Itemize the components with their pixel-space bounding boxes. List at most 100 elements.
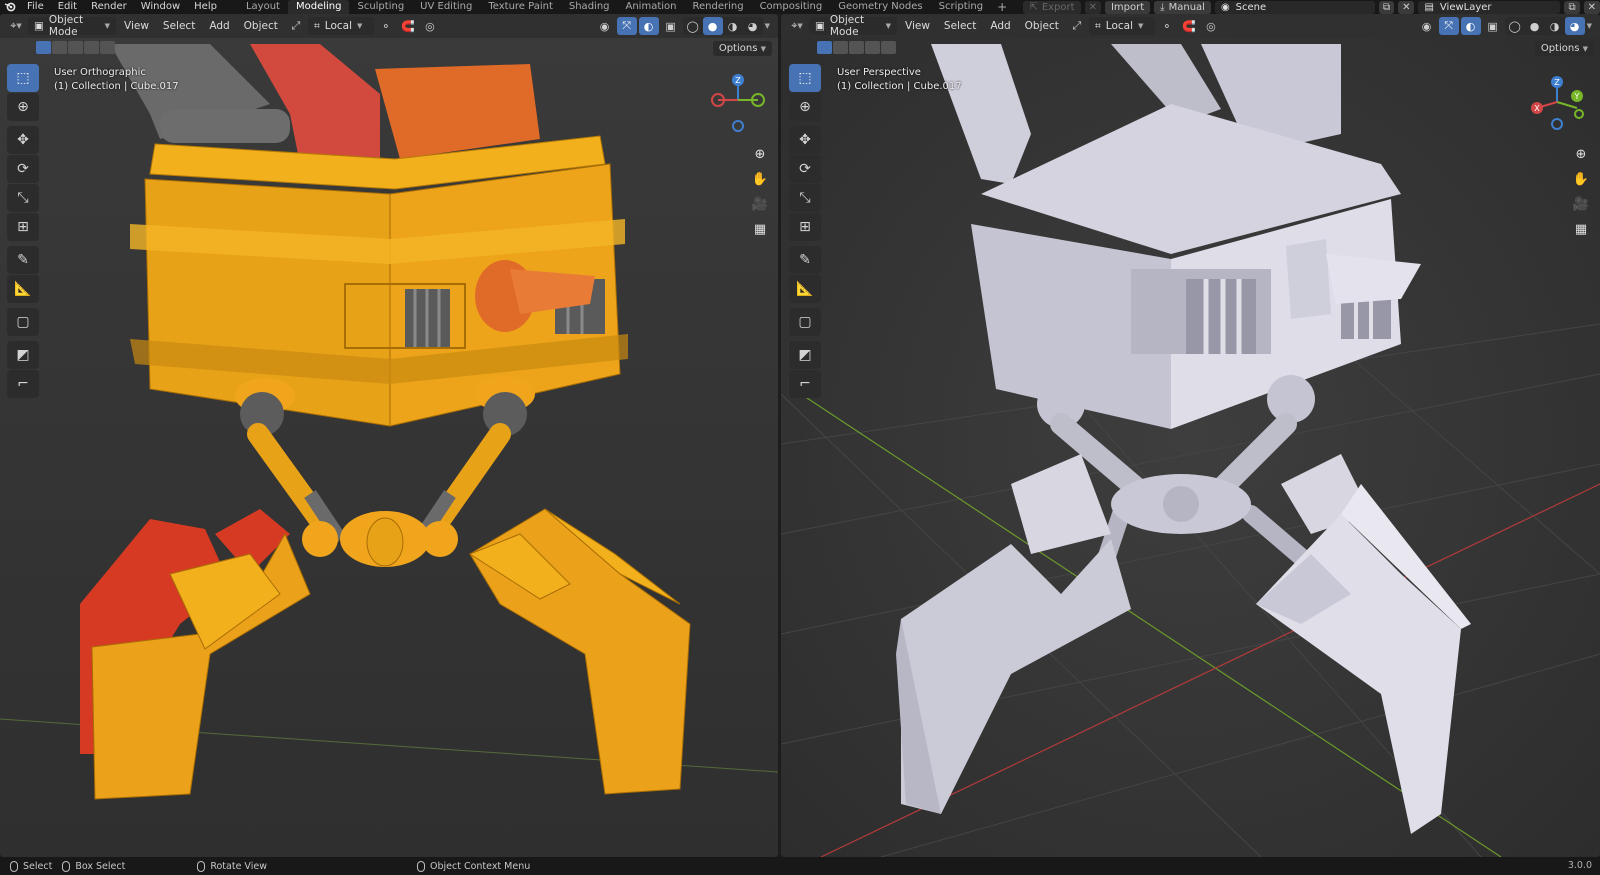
add-cube-icon[interactable]: ▢ [7, 308, 39, 336]
material-shading-icon[interactable]: ◑ [723, 17, 743, 35]
edge-icon[interactable]: ⌐ [7, 370, 39, 398]
add-cube-icon[interactable]: ▢ [789, 308, 821, 336]
edge-icon[interactable]: ⌐ [789, 370, 821, 398]
rotate-icon[interactable]: ⟳ [789, 155, 821, 183]
viewport-scene-clay-robot[interactable] [781, 14, 1600, 857]
view-layer-selector[interactable]: ▤ ViewLayer [1418, 0, 1561, 14]
annotate-icon[interactable]: ✎ [7, 246, 39, 274]
menu-object[interactable]: Object [238, 17, 284, 35]
mode-dropdown[interactable]: ▣ Object Mode ▼ [809, 14, 897, 38]
measure-icon[interactable]: 📐 [7, 275, 39, 303]
proportional-edit-icon[interactable]: ◎ [420, 17, 440, 35]
menu-view[interactable]: View [899, 17, 936, 35]
tab-sculpting[interactable]: Sculpting [349, 0, 412, 14]
transform-icon[interactable]: ⊞ [7, 213, 39, 241]
blender-logo-icon[interactable] [0, 0, 20, 14]
menu-edit[interactable]: Edit [51, 0, 84, 14]
xray-icon[interactable]: ▣ [1483, 17, 1503, 35]
wireframe-shading-icon[interactable]: ◯ [683, 17, 703, 35]
extend-selection-icon[interactable] [52, 41, 67, 54]
gizmo-toggle-icon[interactable]: ⤧ [616, 17, 637, 35]
move-icon[interactable]: ✥ [789, 126, 821, 154]
tab-layout[interactable]: Layout [238, 0, 288, 14]
zoom-icon[interactable]: ⊕ [748, 142, 772, 166]
camera-icon[interactable]: 🎥 [1569, 192, 1593, 216]
shade-icon[interactable]: ◩ [7, 341, 39, 369]
pivot-point-icon[interactable]: ⚬ [1157, 17, 1177, 35]
orientation-dropdown[interactable]: ⌗ Local ▼ [307, 17, 374, 35]
export-close-button[interactable]: ✕ [1084, 0, 1101, 14]
camera-icon[interactable]: 🎥 [748, 192, 772, 216]
cursor-icon[interactable]: ⊕ [7, 93, 39, 121]
export-button[interactable]: ⇱ Export [1023, 0, 1081, 14]
rendered-shading-icon[interactable]: ◕ [1564, 17, 1585, 35]
move-icon[interactable]: ✥ [7, 126, 39, 154]
transform-orientation-icon[interactable]: ⤢ [286, 17, 306, 35]
delete-view-layer-button[interactable]: ✕ [1583, 0, 1600, 14]
add-workspace-button[interactable]: + [991, 0, 1013, 14]
rotate-icon[interactable]: ⟳ [7, 155, 39, 183]
shading-options-icon[interactable]: ▼ [765, 22, 770, 30]
options-dropdown[interactable]: Options ▼ [712, 41, 772, 56]
pan-hand-icon[interactable]: ✋ [1569, 167, 1593, 191]
pivot-point-icon[interactable]: ⚬ [376, 17, 396, 35]
select-box-icon[interactable]: ⬚ [789, 64, 821, 92]
menu-render[interactable]: Render [84, 0, 134, 14]
tab-uv-editing[interactable]: UV Editing [412, 0, 480, 14]
tab-rendering[interactable]: Rendering [684, 0, 751, 14]
transform-icon[interactable]: ⊞ [789, 213, 821, 241]
orientation-dropdown[interactable]: ⌗ Local ▼ [1088, 17, 1155, 35]
select-box-icon[interactable]: ⬚ [7, 64, 39, 92]
annotate-icon[interactable]: ✎ [789, 246, 821, 274]
menu-add[interactable]: Add [984, 17, 1016, 35]
proportional-edit-icon[interactable]: ◎ [1201, 17, 1221, 35]
scale-icon[interactable]: ⤡ [7, 184, 39, 212]
import-button[interactable]: Import [1104, 0, 1151, 14]
tab-shading[interactable]: Shading [561, 0, 618, 14]
menu-add[interactable]: Add [203, 17, 235, 35]
shade-icon[interactable]: ◩ [789, 341, 821, 369]
mode-dropdown[interactable]: ▣ Object Mode ▼ [28, 14, 116, 38]
solid-shading-icon[interactable]: ● [702, 17, 723, 35]
tab-scripting[interactable]: Scripting [931, 0, 991, 14]
menu-view[interactable]: View [118, 17, 155, 35]
intersect-selection-icon[interactable] [881, 41, 896, 54]
snap-icon[interactable]: 🧲 [1179, 17, 1199, 35]
navigation-gizmo[interactable]: Z [706, 66, 770, 132]
extend-selection-icon[interactable] [833, 41, 848, 54]
tab-modeling[interactable]: Modeling [287, 0, 350, 14]
shading-options-icon[interactable]: ▼ [1587, 22, 1592, 30]
viewport-scene-orange-robot[interactable] [0, 14, 778, 857]
new-scene-button[interactable]: ⧉ [1378, 0, 1395, 14]
wireframe-shading-icon[interactable]: ◯ [1505, 17, 1525, 35]
tab-compositing[interactable]: Compositing [752, 0, 831, 14]
zoom-icon[interactable]: ⊕ [1569, 142, 1593, 166]
grid-ortho-icon[interactable]: ▦ [1569, 217, 1593, 241]
visibility-icon[interactable]: ◉ [1417, 17, 1437, 35]
options-dropdown[interactable]: Options ▼ [1534, 41, 1594, 56]
navigation-gizmo[interactable]: Z Y X [1527, 66, 1591, 132]
invert-selection-icon[interactable] [84, 41, 99, 54]
subtract-selection-icon[interactable] [68, 41, 83, 54]
menu-object[interactable]: Object [1019, 17, 1065, 35]
measure-icon[interactable]: 📐 [789, 275, 821, 303]
delete-scene-button[interactable]: ✕ [1398, 0, 1415, 14]
grid-ortho-icon[interactable]: ▦ [748, 217, 772, 241]
invert-selection-icon[interactable] [865, 41, 880, 54]
snap-icon[interactable]: 🧲 [398, 17, 418, 35]
tab-geometry-nodes[interactable]: Geometry Nodes [830, 0, 930, 14]
menu-select[interactable]: Select [938, 17, 982, 35]
editor-type-icon[interactable]: ⌖ ▼ [787, 17, 807, 35]
menu-file[interactable]: File [20, 0, 51, 14]
solid-shading-icon[interactable]: ● [1525, 17, 1545, 35]
transform-orientation-icon[interactable]: ⤢ [1067, 17, 1087, 35]
material-shading-icon[interactable]: ◑ [1545, 17, 1565, 35]
visibility-icon[interactable]: ◉ [595, 17, 615, 35]
cursor-icon[interactable]: ⊕ [789, 93, 821, 121]
scale-icon[interactable]: ⤡ [789, 184, 821, 212]
tab-texture-paint[interactable]: Texture Paint [480, 0, 561, 14]
subtract-selection-icon[interactable] [849, 41, 864, 54]
menu-select[interactable]: Select [157, 17, 201, 35]
scene-selector[interactable]: ◉ Scene [1214, 0, 1375, 14]
overlay-toggle-icon[interactable]: ◐ [638, 17, 659, 35]
